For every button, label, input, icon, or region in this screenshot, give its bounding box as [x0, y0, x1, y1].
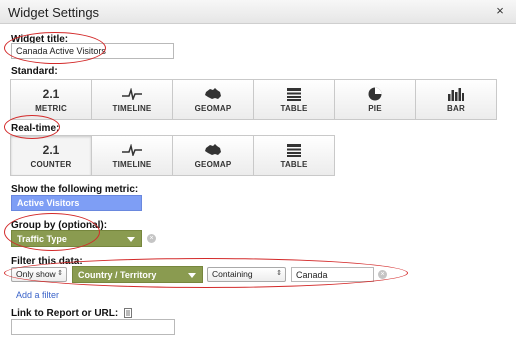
metric-label: Show the following metric: [11, 184, 139, 195]
metric-number-icon: 2.1 [42, 87, 60, 101]
group-by-value: Traffic Type [17, 234, 67, 244]
standard-metric-button[interactable]: 2.1 METRIC [10, 79, 92, 120]
realtime-counter-button[interactable]: 2.1 COUNTER [10, 135, 92, 176]
australia-map-icon [204, 86, 222, 102]
group-by-clear-icon[interactable]: × [147, 234, 156, 243]
counter-number-icon: 2.1 [42, 143, 60, 157]
filter-clear-icon[interactable]: × [378, 270, 387, 279]
realtime-table-button[interactable]: TABLE [253, 135, 335, 176]
standard-timeline-button[interactable]: TIMELINE [91, 79, 173, 120]
table-icon [287, 142, 301, 158]
standard-metric-label: METRIC [35, 104, 67, 113]
realtime-geomap-button[interactable]: GEOMAP [172, 135, 254, 176]
standard-table-button[interactable]: TABLE [253, 79, 335, 120]
realtime-geomap-label: GEOMAP [194, 160, 232, 169]
chevron-down-icon [188, 273, 196, 278]
close-icon[interactable]: × [492, 3, 508, 19]
dialog-title: Widget Settings [8, 5, 100, 20]
australia-map-icon [204, 142, 222, 158]
group-by-dropdown[interactable]: Traffic Type [11, 230, 142, 247]
bar-chart-icon [448, 86, 464, 102]
standard-timeline-label: TIMELINE [112, 104, 152, 113]
updown-arrows-icon: ⇕ [57, 270, 63, 277]
standard-bar-button[interactable]: BAR [415, 79, 497, 120]
standard-table-label: TABLE [280, 104, 308, 113]
realtime-timeline-button[interactable]: TIMELINE [91, 135, 173, 176]
add-filter-link[interactable]: Add a filter [16, 290, 59, 300]
filter-dimension-value: Country / Territory [78, 270, 157, 280]
filter-dimension-dropdown[interactable]: Country / Territory [72, 266, 203, 283]
standard-widget-types: 2.1 METRIC TIMELINE GEOMAP TABLE PIE BAR [10, 79, 497, 120]
timeline-icon [122, 86, 142, 102]
realtime-table-label: TABLE [280, 160, 308, 169]
table-icon [287, 86, 301, 102]
standard-pie-label: PIE [368, 104, 382, 113]
realtime-counter-label: COUNTER [30, 160, 72, 169]
pie-chart-icon [368, 86, 382, 102]
timeline-icon [122, 142, 142, 158]
updown-arrows-icon: ⇕ [276, 270, 282, 277]
chevron-down-icon [127, 237, 135, 242]
filter-mode-value: Only show [16, 269, 56, 279]
filter-mode-select[interactable]: Only show ⇕ [11, 267, 67, 282]
realtime-label: Real-time: [11, 123, 60, 134]
dialog-titlebar: Widget Settings × [0, 0, 516, 24]
filter-operator-select[interactable]: Containing ⇕ [207, 267, 286, 282]
filter-value-input[interactable] [291, 267, 374, 282]
link-url-input[interactable] [11, 319, 175, 335]
standard-label: Standard: [11, 66, 58, 77]
standard-geomap-label: GEOMAP [194, 104, 232, 113]
widget-title-input[interactable] [11, 43, 174, 59]
link-label-text: Link to Report or URL: [11, 308, 119, 319]
standard-geomap-button[interactable]: GEOMAP [172, 79, 254, 120]
realtime-widget-types: 2.1 COUNTER TIMELINE GEOMAP TABLE [10, 135, 335, 176]
metric-selector[interactable]: Active Visitors [11, 195, 142, 211]
standard-bar-label: BAR [447, 104, 465, 113]
filter-operator-value: Containing [212, 269, 253, 279]
standard-pie-button[interactable]: PIE [334, 79, 416, 120]
realtime-timeline-label: TIMELINE [112, 160, 152, 169]
